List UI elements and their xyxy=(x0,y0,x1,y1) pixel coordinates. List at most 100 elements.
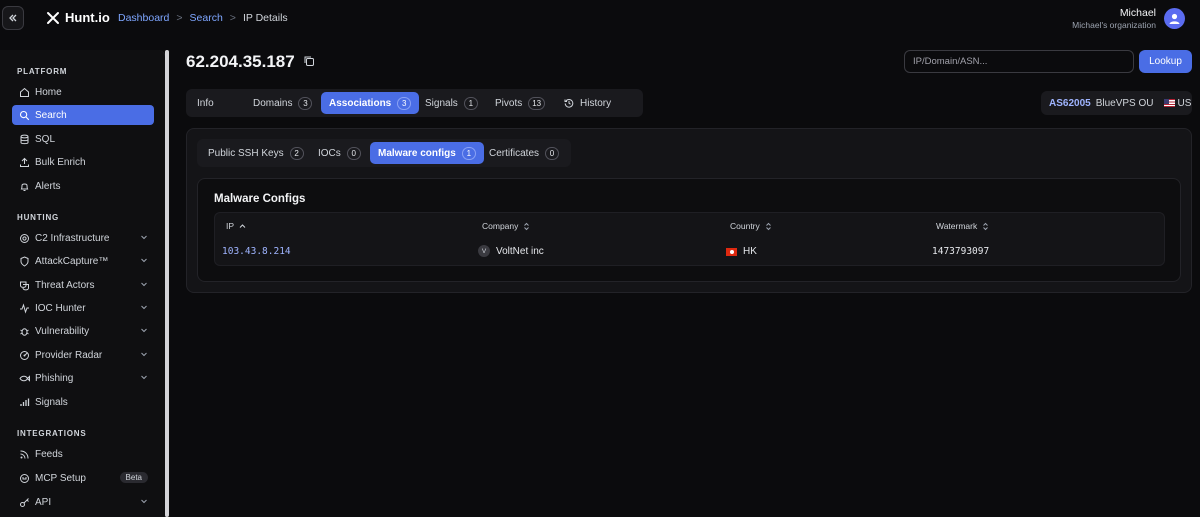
sort-icon xyxy=(765,222,771,230)
tab-info[interactable]: Info xyxy=(189,92,222,114)
plug-icon xyxy=(18,472,30,484)
chevron-down-icon xyxy=(141,352,147,357)
subtab-iocs[interactable]: IOCs 0 xyxy=(310,142,369,164)
chevron-down-icon xyxy=(141,499,147,504)
chevron-down-icon xyxy=(141,258,147,263)
sidebar-item-label: Phishing xyxy=(35,372,74,384)
sidebar-item-mcp-setup[interactable]: MCP Setup Beta xyxy=(12,468,154,488)
sidebar-item-home[interactable]: Home xyxy=(12,82,154,102)
sidebar-item-threat-actors[interactable]: Threat Actors xyxy=(12,275,154,295)
copy-icon[interactable] xyxy=(303,55,315,70)
upload-icon xyxy=(18,156,30,168)
section-title-platform: PLATFORM xyxy=(17,67,68,76)
target-icon xyxy=(18,232,30,244)
shield-icon xyxy=(18,255,30,267)
page-title: 62.204.35.187 xyxy=(186,52,295,71)
count-badge: 2 xyxy=(289,146,304,160)
sidebar-item-c2-infrastructure[interactable]: C2 Infrastructure xyxy=(12,228,154,248)
column-header-ip[interactable]: IP xyxy=(226,221,246,231)
detail-tabs: Info Domains 3 Associations 3 Signals 1 … xyxy=(186,89,643,117)
sidebar-item-label: Vulnerability xyxy=(35,325,90,337)
hk-flag-icon xyxy=(726,247,737,256)
home-icon xyxy=(18,86,30,98)
tab-domains[interactable]: Domains 3 xyxy=(245,92,320,114)
sidebar-item-phishing[interactable]: Phishing xyxy=(12,368,154,388)
chevron-down-icon xyxy=(141,305,147,310)
asn-org: BlueVPS OU xyxy=(1095,97,1154,109)
breadcrumb-current: IP Details xyxy=(242,12,288,24)
tab-label: History xyxy=(580,97,612,109)
sidebar-item-signals[interactable]: Signals xyxy=(12,392,154,412)
bug-icon xyxy=(18,325,30,337)
user-info[interactable]: Michael Michael's organization xyxy=(1072,7,1156,30)
rss-icon xyxy=(18,448,30,460)
cell-ip-link[interactable]: 103.43.8.214 xyxy=(222,246,291,257)
tab-label: Public SSH Keys xyxy=(208,147,284,159)
app-logo[interactable]: Hunt.io xyxy=(46,10,110,25)
collapse-sidebar-button[interactable] xyxy=(2,6,24,30)
sidebar-item-ioc-hunter[interactable]: IOC Hunter xyxy=(12,298,154,318)
tab-history[interactable]: History xyxy=(556,92,619,114)
sidebar: PLATFORM Home Search SQL Bulk Enrich Ale… xyxy=(0,50,166,517)
beta-badge: Beta xyxy=(119,472,148,483)
hunt-logo-icon xyxy=(47,11,59,24)
lookup-input[interactable] xyxy=(904,50,1134,73)
sidebar-item-api[interactable]: API xyxy=(12,492,154,512)
avatar[interactable] xyxy=(1164,8,1185,29)
sidebar-item-alerts[interactable]: Alerts xyxy=(12,176,154,196)
sidebar-item-label: Threat Actors xyxy=(35,279,95,291)
sidebar-item-feeds[interactable]: Feeds xyxy=(12,444,154,464)
breadcrumb-dashboard[interactable]: Dashboard xyxy=(118,12,169,24)
asn-country: US xyxy=(1163,98,1191,109)
sidebar-item-sql[interactable]: SQL xyxy=(12,129,154,149)
sidebar-item-label: Home xyxy=(35,86,62,98)
history-icon xyxy=(564,99,574,108)
country-code: HK xyxy=(743,246,757,257)
tab-pivots[interactable]: Pivots 13 xyxy=(487,92,553,114)
sidebar-item-label: SQL xyxy=(35,133,56,145)
key-icon xyxy=(18,496,30,508)
count-badge: 1 xyxy=(461,146,476,160)
breadcrumb-separator: > xyxy=(176,12,183,24)
sidebar-item-attackcapture[interactable]: AttackCapture™ xyxy=(12,251,154,271)
section-title-integrations: INTEGRATIONS xyxy=(17,429,87,438)
search-icon xyxy=(18,109,30,121)
subtab-public-ssh-keys[interactable]: Public SSH Keys 2 xyxy=(200,142,312,164)
column-label: Company xyxy=(482,221,519,231)
sidebar-item-label: IOC Hunter xyxy=(35,302,86,314)
column-header-watermark[interactable]: Watermark xyxy=(936,221,989,231)
sidebar-item-label: MCP Setup xyxy=(35,472,86,484)
sidebar-item-provider-radar[interactable]: Provider Radar xyxy=(12,345,154,365)
count-badge: 3 xyxy=(298,96,313,110)
sidebar-item-search[interactable]: Search xyxy=(12,105,154,125)
company-name: VoltNet inc xyxy=(496,245,544,257)
asn-number[interactable]: AS62005 xyxy=(1049,98,1091,109)
subtab-malware-configs[interactable]: Malware configs 1 xyxy=(370,142,484,164)
lookup-button[interactable]: Lookup xyxy=(1139,50,1192,73)
user-name: Michael xyxy=(1119,7,1156,19)
tab-label: Pivots xyxy=(495,97,523,109)
count-badge: 0 xyxy=(545,146,560,160)
fish-icon xyxy=(18,372,30,384)
sidebar-item-vulnerability[interactable]: Vulnerability xyxy=(12,321,154,341)
column-header-company[interactable]: Company xyxy=(482,221,530,231)
masks-icon xyxy=(18,279,30,291)
cell-watermark: 1473793097 xyxy=(932,246,990,257)
sidebar-scrollbar[interactable] xyxy=(165,50,169,517)
radar-icon xyxy=(18,349,30,361)
tab-label: Info xyxy=(197,97,214,109)
activity-icon xyxy=(18,302,30,314)
chevron-down-icon xyxy=(141,282,147,287)
chevron-down-icon xyxy=(141,375,147,380)
column-header-country[interactable]: Country xyxy=(730,221,772,231)
sidebar-item-bulk-enrich[interactable]: Bulk Enrich xyxy=(12,152,154,172)
chevron-down-icon xyxy=(141,235,147,240)
column-label: Country xyxy=(730,221,760,231)
breadcrumb-search[interactable]: Search xyxy=(190,12,223,24)
tab-label: Associations xyxy=(329,97,392,109)
database-icon xyxy=(18,133,30,145)
subtab-certificates[interactable]: Certificates 0 xyxy=(481,142,567,164)
asn-info: AS62005 BlueVPS OU US xyxy=(1041,91,1192,115)
tab-associations[interactable]: Associations 3 xyxy=(321,92,420,114)
tab-signals[interactable]: Signals 1 xyxy=(417,92,486,114)
